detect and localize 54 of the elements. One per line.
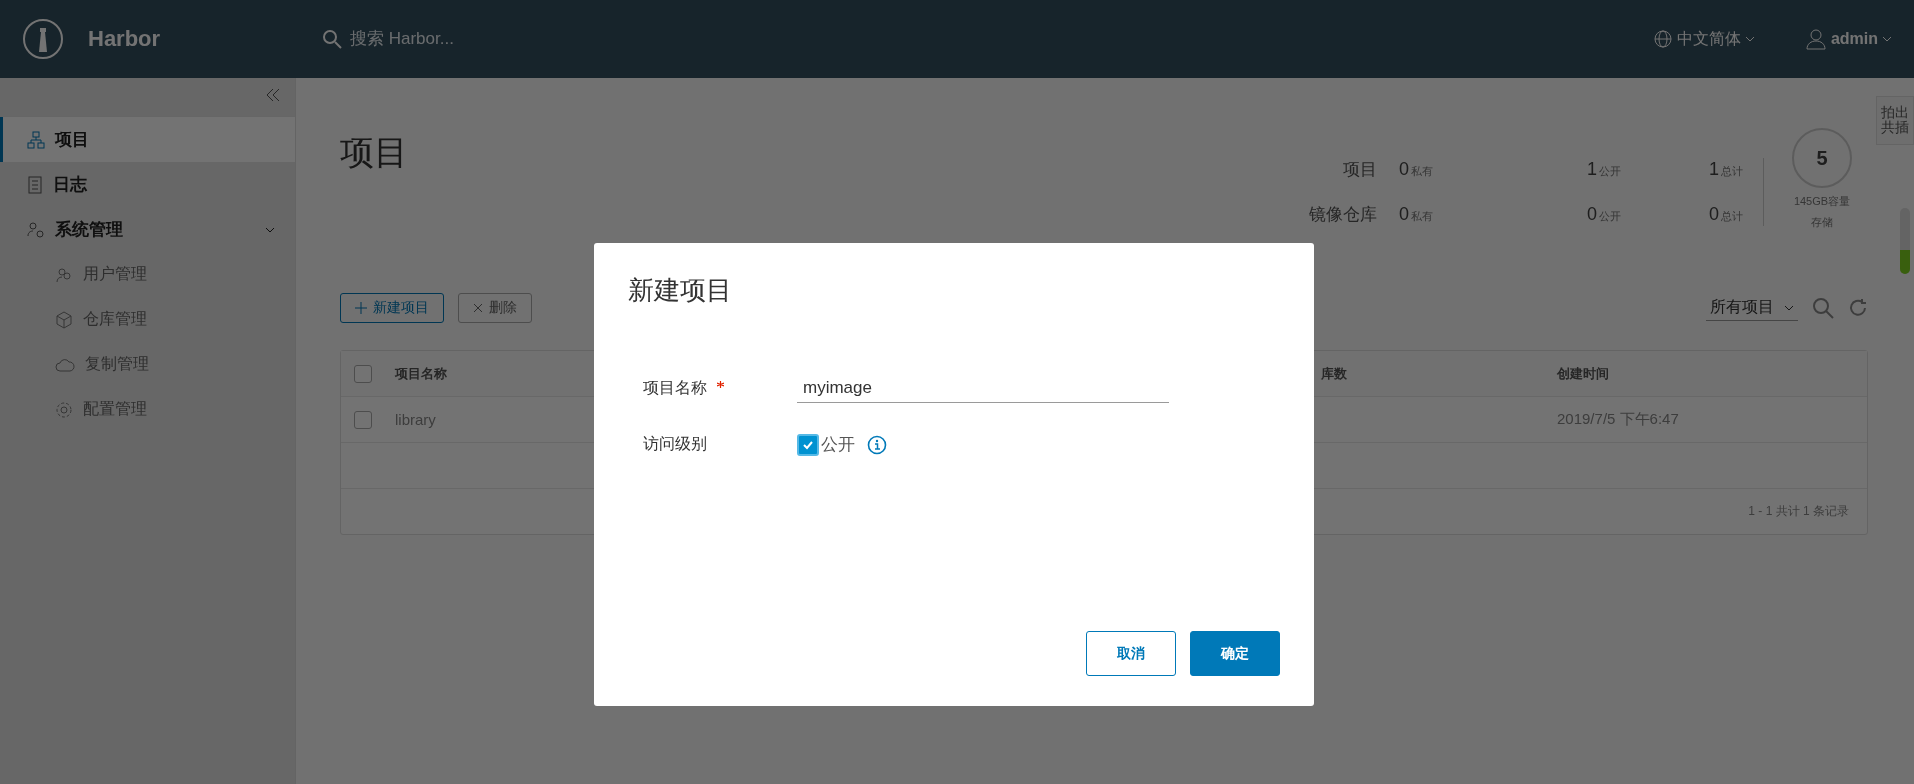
lighthouse-logo-icon[interactable]: [22, 18, 64, 60]
settings-icon: [55, 400, 73, 419]
stat-count: 0: [1709, 204, 1719, 225]
search-button[interactable]: [1812, 297, 1834, 319]
info-icon[interactable]: [867, 434, 887, 455]
dialog-title: 新建项目: [628, 274, 733, 307]
side-tab[interactable]: 拍出共插: [1876, 96, 1914, 145]
confirm-button[interactable]: 确定: [1190, 631, 1280, 676]
new-project-button[interactable]: 新建项目: [340, 293, 444, 323]
user-icon: [1804, 28, 1827, 50]
sidebar-subitem[interactable]: 仓库管理: [0, 297, 295, 342]
sidebar-item[interactable]: 日志: [0, 162, 295, 207]
close-icon: [473, 303, 483, 313]
refresh-button[interactable]: [1848, 298, 1868, 318]
caret-icon: [1882, 34, 1892, 44]
column-header[interactable]: 创建时间: [1545, 364, 1867, 383]
stat-count: 1: [1709, 159, 1719, 180]
search-icon: [322, 29, 342, 49]
stat-count: 0: [1587, 204, 1597, 225]
public-checkbox[interactable]: [797, 433, 819, 456]
select-all-checkbox[interactable]: [354, 364, 372, 383]
stat-label: 项目: [1342, 159, 1377, 181]
cancel-button[interactable]: 取消: [1086, 631, 1176, 676]
stat-label: 镜像仓库: [1309, 204, 1377, 226]
side-scrollbar: [1900, 208, 1910, 274]
caret-icon: [1744, 34, 1755, 44]
row-checkbox[interactable]: [354, 410, 372, 429]
globe-icon: [1652, 29, 1673, 49]
sidebar-subitem[interactable]: 用户管理: [0, 252, 295, 297]
search-icon: [1812, 297, 1834, 319]
users-icon: [55, 265, 73, 284]
sitemap-icon: [27, 130, 45, 149]
sidebar-item[interactable]: 项目: [0, 117, 295, 162]
collapse-icon[interactable]: [265, 88, 281, 102]
field-label: 访问级别: [643, 434, 707, 454]
cloud-icon: [55, 356, 75, 373]
checkbox-label: 公开: [821, 434, 855, 456]
filter-dropdown[interactable]: 所有项目: [1706, 295, 1798, 321]
sidebar-item[interactable]: 系统管理: [0, 207, 295, 252]
document-icon: [27, 175, 43, 194]
stat-count: 1: [1587, 159, 1597, 180]
search-field[interactable]: 搜索 Harbor...: [348, 28, 612, 50]
sidebar-subitem[interactable]: 复制管理: [0, 342, 295, 387]
brand-name: Harbor: [88, 26, 161, 52]
stat-count: 0: [1399, 159, 1409, 180]
stat-count: 0: [1399, 204, 1409, 225]
language-menu[interactable]: 中文简体: [1652, 28, 1755, 50]
cube-icon: [55, 310, 73, 329]
user-menu[interactable]: admin: [1804, 28, 1892, 50]
refresh-icon: [1848, 298, 1868, 318]
page-title: 项目: [340, 132, 408, 173]
storage-gauge: 5: [1792, 128, 1852, 188]
plus-icon: [355, 302, 367, 314]
field-label: 项目名称: [643, 378, 707, 398]
